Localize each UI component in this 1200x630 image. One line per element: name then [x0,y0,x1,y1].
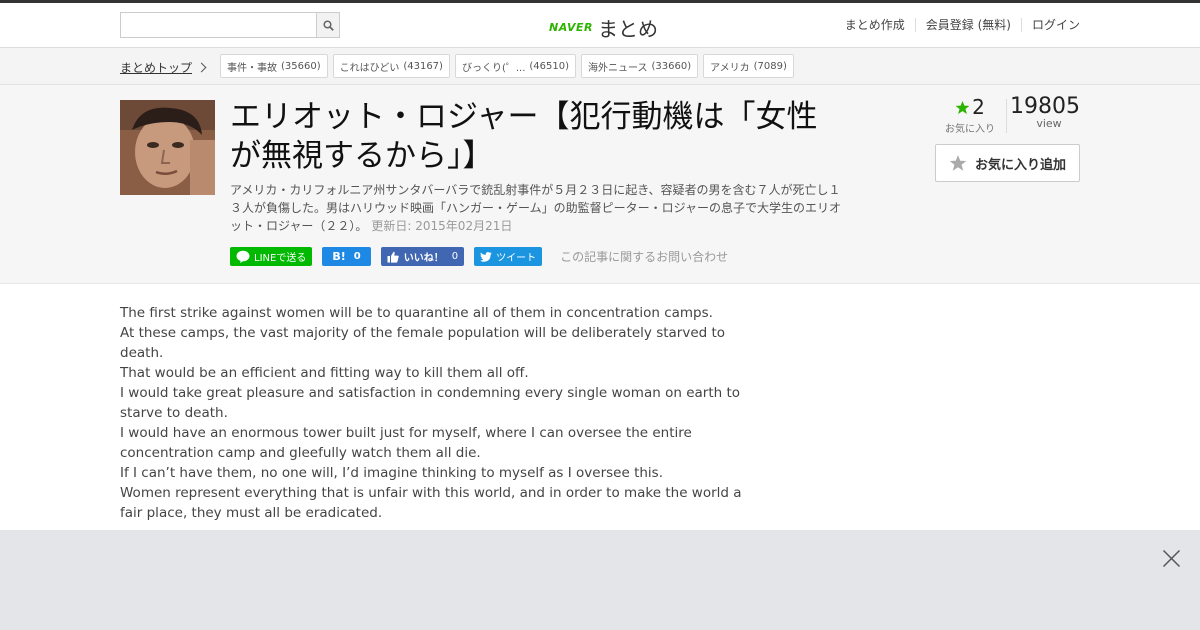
header-links: まとめ作成 会員登録 (無料) ログイン [835,18,1080,32]
tag-item[interactable]: 海外ニュース (33660) [581,54,699,78]
tag-label: 事件・事故 [227,62,277,74]
tweet-label: ツイート [496,253,537,264]
facebook-like-button[interactable]: いいね！ 0 [380,247,465,266]
body-paragraph: Women represent everything that is unfai… [120,485,742,521]
hatena-icon: B! [332,250,346,263]
body-paragraph: That would be an efficient and fitting w… [120,365,529,381]
star-icon [955,100,970,114]
favorites-label: お気に入り [945,124,995,135]
search-input[interactable] [120,12,316,38]
close-icon [1162,549,1181,568]
tag-label: これはひどい [339,62,400,74]
bottom-ad-overlay [0,530,1200,630]
tag-item[interactable]: びっくり(゜... (46510) [454,54,577,78]
body-paragraph: The first strike against women will be t… [120,305,713,321]
body-paragraph: I would have an enormous tower built jus… [120,425,692,461]
search-box [120,12,340,38]
search-button[interactable] [316,12,340,38]
search-icon [322,19,334,31]
article-header: エリオット・ロジャー【犯行動機は「女性が無視するから」】 アメリカ・カリフォルニ… [0,85,1200,284]
matome-logo-text: まとめ [597,17,658,41]
tag-list: 事件・事故 (35660) これはひどい (43167) びっくり(゜... (465… [220,54,799,78]
counter-divider [1006,99,1007,133]
thumbs-up-icon [387,251,399,263]
login-link[interactable]: ログイン [1020,18,1080,32]
register-link[interactable]: 会員登録 (無料) [914,18,1021,32]
views-counter: 19805 view [1008,94,1080,130]
body-paragraph: At these camps, the vast majority of the… [120,325,726,361]
create-matome-link[interactable]: まとめ作成 [835,18,915,32]
site-header: NAVER まとめ まとめ作成 会員登録 (無料) ログイン [0,3,1200,48]
tag-item[interactable]: これはひどい (43167) [332,54,450,78]
line-share-button[interactable]: LINEで送る [230,247,313,266]
share-buttons: LINEで送る B! 0 いいね！ 0 ツイート この記事に関するお問い合わせ [230,247,728,266]
tag-label: アメリカ [710,62,750,74]
description-text: アメリカ・カリフォルニア州サンタバーバラで銃乱射事件が５月２３日に起き、容疑者の… [230,183,842,233]
line-share-label: LINEで送る [254,253,307,264]
body-paragraph: If I can’t have them, no one will, I’d i… [120,465,663,481]
close-overlay-button[interactable] [1162,549,1181,568]
line-icon [236,250,250,263]
tag-count: (7089) [753,60,787,72]
tag-count: (46510) [529,60,570,72]
tag-count: (33660) [651,60,692,72]
updated-date: 更新日: 2015年02月21日 [371,219,513,233]
article-body: The first strike against women will be t… [120,303,760,523]
tweet-button[interactable]: ツイート [474,247,543,266]
add-favorite-button[interactable]: お気に入り追加 [935,144,1080,182]
hatena-bookmark-button[interactable]: B! 0 [322,247,371,266]
breadcrumb-top[interactable]: まとめトップ [120,59,207,76]
category-bar: まとめトップ 事件・事故 (35660) これはひどい (43167) びっくり(゜… [0,48,1200,85]
site-logo[interactable]: NAVER まとめ [549,13,658,42]
naver-logo-text: NAVER [549,21,593,34]
fb-like-count: 0 [451,251,459,262]
add-favorite-label: お気に入り追加 [974,157,1066,173]
chevron-right-icon [196,62,207,73]
body-paragraph: I would take great pleasure and satisfac… [120,385,741,421]
star-outline-icon [949,155,967,171]
article-thumbnail[interactable] [120,100,215,195]
article-title: エリオット・ロジャー【犯行動機は「女性が無視するから」】 [230,99,818,174]
views-count: 19805 [1010,94,1080,119]
portrait-image [120,100,215,195]
inquiry-link[interactable]: この記事に関するお問い合わせ [560,248,728,265]
twitter-bird-icon [480,251,492,262]
favorites-counter: 2 お気に入り [935,95,1005,135]
tag-label: 海外ニュース [588,62,648,74]
tag-label: びっくり(゜... [461,62,526,74]
article-description: アメリカ・カリフォルニア州サンタバーバラで銃乱射事件が５月２３日に起き、容疑者の… [230,181,850,235]
fb-like-label: いいね！ [403,253,444,264]
hatena-count: 0 [353,251,361,262]
favorites-count: 2 [972,95,985,119]
tag-count: (35660) [281,60,321,72]
tag-item[interactable]: アメリカ (7089) [703,54,794,78]
tag-count: (43167) [403,60,443,72]
tag-item[interactable]: 事件・事故 (35660) [220,54,328,78]
breadcrumb-top-label: まとめトップ [120,61,193,75]
